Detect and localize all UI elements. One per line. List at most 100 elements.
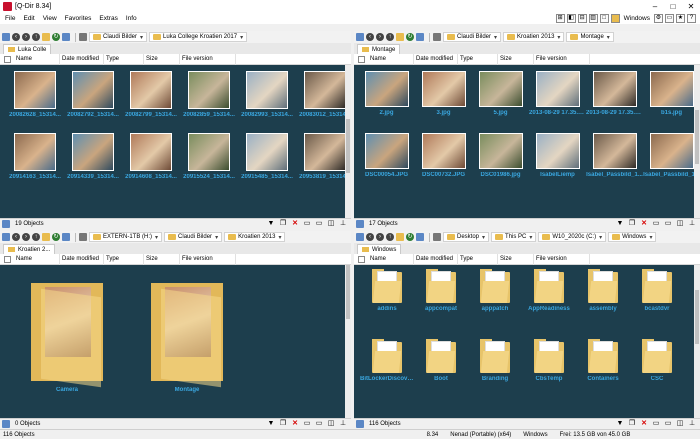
file-item[interactable]: Isabel_Passbild_1...: [643, 133, 694, 179]
window-icon[interactable]: ▭: [664, 420, 672, 428]
file-item[interactable]: 20082993_15314...: [238, 71, 296, 119]
breadcrumb-item[interactable]: Desktop ▾: [443, 232, 490, 242]
file-item[interactable]: Isabel_Passbild_1...: [586, 133, 643, 179]
forward-icon[interactable]: ›: [376, 33, 384, 41]
folder-item[interactable]: addins: [360, 269, 414, 313]
file-item[interactable]: 2013-08-29 17.35.49.jpg: [586, 71, 643, 117]
view-icon[interactable]: [416, 33, 424, 41]
layout-3-icon[interactable]: ⊟: [577, 14, 587, 23]
minimize-button[interactable]: –: [646, 0, 664, 13]
vertical-scrollbar[interactable]: [694, 65, 700, 218]
maximize-button[interactable]: □: [664, 0, 682, 13]
layout-quad-icon[interactable]: ⊞: [555, 14, 565, 23]
back-icon[interactable]: ‹: [12, 33, 20, 41]
column-name[interactable]: Name: [368, 253, 414, 265]
file-item[interactable]: 2013-08-29 17.35.23.jpg: [529, 71, 586, 117]
file-item[interactable]: 20082859_15314...: [180, 71, 238, 119]
breadcrumb-item[interactable]: W10_2020c (C:) ▾: [538, 232, 607, 242]
tab-current[interactable]: Montage: [357, 44, 401, 54]
up-icon[interactable]: ↑: [32, 33, 40, 41]
up-icon[interactable]: ↑: [32, 233, 40, 241]
file-item[interactable]: 2.jpg: [358, 71, 415, 117]
file-list[interactable]: addins appcompat apppatch AppReadiness a…: [354, 265, 694, 418]
pane-menu-icon[interactable]: [2, 33, 10, 41]
refresh-icon[interactable]: ↻: [52, 233, 60, 241]
tab-current[interactable]: Kroatien 2...: [3, 244, 56, 254]
chevron-down-icon[interactable]: ▾: [607, 34, 610, 41]
file-item[interactable]: 3.jpg: [415, 71, 472, 117]
column-file-version[interactable]: File version: [180, 53, 236, 65]
folder-item[interactable]: apppatch: [468, 269, 522, 313]
vertical-scrollbar[interactable]: [345, 265, 351, 418]
folder-item[interactable]: appcompat: [414, 269, 468, 313]
folder-item[interactable]: AppReadiness: [522, 269, 576, 313]
forward-icon[interactable]: ›: [376, 233, 384, 241]
scrollbar-thumb[interactable]: [695, 290, 699, 344]
pin-icon[interactable]: ⊥: [688, 220, 696, 228]
menu-view[interactable]: View: [43, 15, 57, 22]
scrollbar-thumb[interactable]: [346, 119, 350, 173]
file-item[interactable]: 20914339_15314...: [64, 133, 122, 181]
column-type[interactable]: Type: [458, 53, 498, 65]
preview-icon[interactable]: ◫: [327, 220, 335, 228]
window-icon[interactable]: ▭: [315, 420, 323, 428]
column-name[interactable]: Name: [14, 253, 60, 265]
folder-item[interactable]: CbsTemp: [522, 339, 576, 383]
file-list[interactable]: 2.jpg 3.jpg 5.jpg 2013-08-29 17.35.23.jp…: [354, 65, 694, 218]
select-all-checkbox[interactable]: [4, 255, 11, 263]
file-item[interactable]: IsabelLiemp: [529, 133, 586, 179]
breadcrumb-item[interactable]: EXTERN-1TB (H:) ▾: [89, 232, 163, 242]
folder-item[interactable]: Montage: [142, 279, 232, 394]
pane-menu-icon[interactable]: [356, 420, 364, 428]
preview-icon[interactable]: ◫: [676, 420, 684, 428]
folder-item[interactable]: assembly: [576, 269, 630, 313]
view-icon[interactable]: [416, 233, 424, 241]
folder-item[interactable]: Containers: [576, 339, 630, 383]
chevron-down-icon[interactable]: ▾: [140, 34, 143, 41]
menu-edit[interactable]: Edit: [23, 15, 34, 22]
up-icon[interactable]: ↑: [386, 33, 394, 41]
drive-icon[interactable]: [433, 233, 441, 241]
windows-label[interactable]: Windows: [624, 15, 650, 22]
file-item[interactable]: 20915524_15314...: [180, 133, 238, 181]
breadcrumb-item[interactable]: Claudi Bilder ▾: [164, 232, 223, 242]
scrollbar-thumb[interactable]: [695, 110, 699, 164]
delete-icon[interactable]: ✕: [640, 420, 648, 428]
select-all-checkbox[interactable]: [358, 55, 365, 63]
column-size[interactable]: Size: [498, 53, 534, 65]
drive-icon[interactable]: [433, 33, 441, 41]
chevron-down-icon[interactable]: ▾: [599, 234, 602, 241]
window-icon[interactable]: ▭: [652, 420, 660, 428]
filter-icon[interactable]: ▼: [267, 420, 275, 428]
pane-menu-icon[interactable]: [356, 220, 364, 228]
pane-menu-icon[interactable]: [2, 233, 10, 241]
folder-icon[interactable]: [396, 33, 404, 41]
file-list[interactable]: Camera Montage: [0, 265, 345, 418]
select-all-checkbox[interactable]: [358, 255, 365, 263]
layout-split-icon[interactable]: ◧: [566, 14, 576, 23]
folder-item[interactable]: CSC: [630, 339, 684, 383]
windows-folder-icon[interactable]: [610, 14, 620, 23]
column-size[interactable]: Size: [144, 53, 180, 65]
back-icon[interactable]: ‹: [366, 33, 374, 41]
file-item[interactable]: DSC00054.JPG: [358, 133, 415, 179]
breadcrumb-item[interactable]: Claudi Bilder ▾: [443, 32, 502, 42]
star-icon[interactable]: ★: [676, 14, 685, 23]
menu-extras[interactable]: Extras: [99, 15, 117, 22]
layout-vert-icon[interactable]: ▥: [588, 14, 598, 23]
breadcrumb-item[interactable]: Kroatien 2013 ▾: [224, 232, 286, 242]
tab-current[interactable]: Luka Colle: [3, 44, 52, 54]
chevron-down-icon[interactable]: ▾: [215, 234, 218, 241]
scrollbar-thumb[interactable]: [346, 265, 350, 319]
pin-icon[interactable]: ⊥: [688, 420, 696, 428]
copy-icon[interactable]: ❐: [628, 220, 636, 228]
file-item[interactable]: 20082628_15314...: [6, 71, 64, 119]
column-date-modified[interactable]: Date modified: [414, 253, 458, 265]
window-icon[interactable]: ▭: [652, 220, 660, 228]
menu-favorites[interactable]: Favorites: [65, 15, 92, 22]
breadcrumb-item[interactable]: Windows ▾: [608, 232, 657, 242]
vertical-scrollbar[interactable]: [345, 65, 351, 218]
file-item[interactable]: 20082799_15314...: [122, 71, 180, 119]
column-file-version[interactable]: File version: [534, 53, 590, 65]
column-date-modified[interactable]: Date modified: [60, 53, 104, 65]
